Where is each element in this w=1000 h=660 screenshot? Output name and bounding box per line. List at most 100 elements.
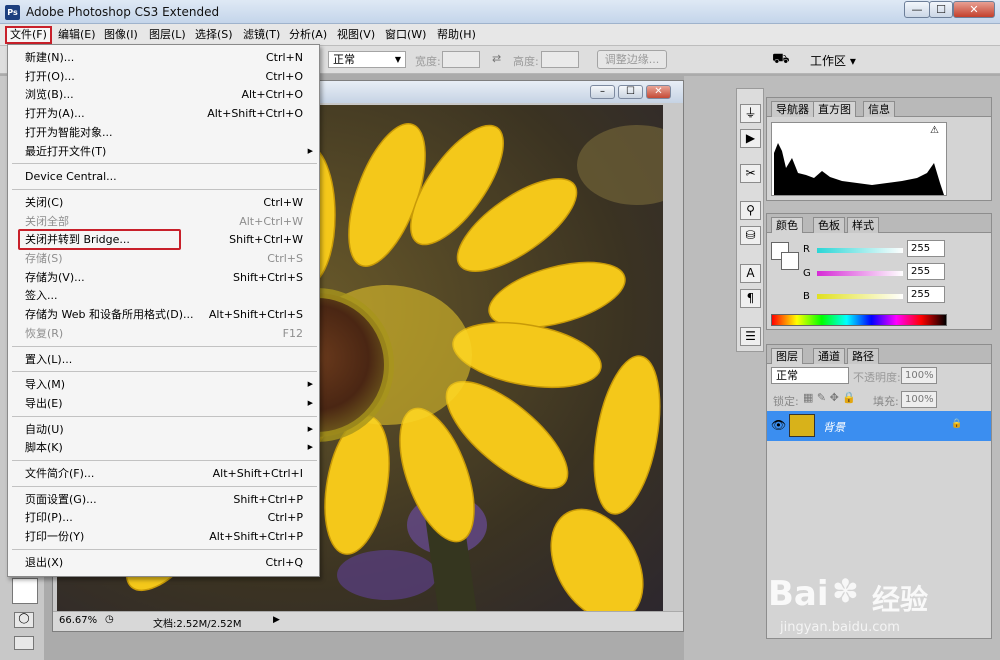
histogram-graph: ⚠ <box>771 122 947 196</box>
file-menu-item[interactable]: 存储为(V)... Shift+Ctrl+S <box>8 268 319 287</box>
menu-view[interactable]: 视图(V) <box>334 27 378 43</box>
tab-paths[interactable]: 路径 <box>847 348 879 364</box>
layer-row-background[interactable]: 👁 背景 🔒 <box>767 411 991 441</box>
menu-help[interactable]: 帮助(H) <box>434 27 479 43</box>
tab-info[interactable]: 信息 <box>863 101 895 117</box>
file-menu-item[interactable]: 导出(E) ▶ <box>8 394 319 413</box>
blend-mode-select[interactable]: 正常 <box>771 367 849 384</box>
file-menu-item[interactable]: 存储(S) Ctrl+S <box>8 249 319 268</box>
foreground-color-swatch[interactable] <box>12 578 38 604</box>
file-menu-item[interactable]: 打开为(A)... Alt+Shift+Ctrl+O <box>8 104 319 123</box>
zoom-level[interactable]: 66.67% <box>59 615 97 626</box>
bridge-icon[interactable]: ⛟ <box>772 51 790 69</box>
file-menu-item[interactable]: 打印一份(Y) Alt+Shift+Ctrl+P <box>8 527 319 546</box>
layer-name[interactable]: 背景 <box>823 419 845 435</box>
tab-color[interactable]: 颜色 <box>771 217 803 233</box>
menu-layer[interactable]: 图层(L) <box>146 27 189 43</box>
file-menu-item[interactable]: 最近打开文件(T) ▶ <box>8 142 319 161</box>
doc-minimize-button[interactable]: – <box>590 85 615 99</box>
file-menu-item[interactable]: 置入(L)... <box>8 350 319 369</box>
actions-icon[interactable]: ▶ <box>740 129 761 148</box>
file-menu-item-label: 置入(L)... <box>25 352 73 366</box>
tab-histogram[interactable]: 直方图 <box>813 101 856 117</box>
status-icon[interactable]: ◷ <box>105 614 114 625</box>
b-slider[interactable] <box>817 294 903 299</box>
opacity-input[interactable]: 100% <box>901 367 937 384</box>
menu-filter[interactable]: 滤镜(T) <box>240 27 283 43</box>
g-value[interactable]: 255 <box>907 263 945 280</box>
b-value[interactable]: 255 <box>907 286 945 303</box>
file-menu-item[interactable]: 页面设置(G)... Shift+Ctrl+P <box>8 490 319 509</box>
screen-mode-icon[interactable] <box>14 636 34 650</box>
height-input[interactable] <box>541 51 579 68</box>
menu-edit[interactable]: 编辑(E) <box>55 27 99 43</box>
r-value[interactable]: 255 <box>907 240 945 257</box>
tab-channels[interactable]: 通道 <box>813 348 845 364</box>
refine-edge-button[interactable]: 调整边缘... <box>597 50 667 69</box>
file-menu-item[interactable]: 导入(M) ▶ <box>8 375 319 394</box>
channel-g-label: G <box>803 268 811 279</box>
watermark-url: jingyan.baidu.com <box>780 620 900 635</box>
file-menu-item[interactable]: 文件简介(F)... Alt+Shift+Ctrl+I <box>8 464 319 483</box>
tab-swatches[interactable]: 色板 <box>813 217 845 233</box>
paragraph-icon[interactable]: ¶ <box>740 289 761 308</box>
doc-maximize-button[interactable]: ☐ <box>618 85 643 99</box>
character-icon[interactable]: A <box>740 264 761 283</box>
history-icon[interactable]: ⏚ <box>740 104 761 123</box>
maximize-button[interactable]: ☐ <box>929 1 953 18</box>
histogram-shape <box>774 143 944 195</box>
style-select[interactable]: 正常 ▼ <box>328 51 406 68</box>
file-menu-item[interactable]: 恢复(R) F12 <box>8 324 319 343</box>
file-menu-item[interactable]: 新建(N)... Ctrl+N <box>8 48 319 67</box>
file-menu-item[interactable]: 打印(P)... Ctrl+P <box>8 508 319 527</box>
tab-styles[interactable]: 样式 <box>847 217 879 233</box>
clone-source-icon[interactable]: ⛁ <box>740 226 761 245</box>
menu-separator <box>12 163 317 165</box>
watermark-brand: Bai <box>768 574 829 614</box>
workspace-button[interactable]: 工作区 ▾ <box>810 52 856 69</box>
warning-icon[interactable]: ⚠ <box>930 125 939 136</box>
layer-comps-icon[interactable]: ☰ <box>740 327 761 346</box>
width-input[interactable] <box>442 51 480 68</box>
quick-mask-icon[interactable]: ◯ <box>14 612 34 628</box>
fill-input[interactable]: 100% <box>901 391 937 408</box>
file-menu-item[interactable]: 脚本(K) ▶ <box>8 438 319 457</box>
file-menu-item[interactable]: 打开(O)... Ctrl+O <box>8 67 319 86</box>
histogram-panel: 导航器 直方图 信息 ⚠ <box>766 97 992 201</box>
color-ramp[interactable] <box>771 314 947 326</box>
file-menu-item-label: 自动(U) <box>25 422 64 436</box>
tab-navigator[interactable]: 导航器 <box>771 101 814 117</box>
file-menu-item[interactable]: 浏览(B)... Alt+Ctrl+O <box>8 85 319 104</box>
menu-window[interactable]: 窗口(W) <box>382 27 429 43</box>
lock-icons[interactable]: ▦ ✎ ✥ 🔒 <box>803 391 856 404</box>
file-menu-item[interactable]: 签入... <box>8 286 319 305</box>
file-menu-item[interactable]: 自动(U) ▶ <box>8 420 319 439</box>
file-menu-item[interactable]: 关闭(C) Ctrl+W <box>8 193 319 212</box>
file-menu-item[interactable]: 退出(X) Ctrl+Q <box>8 553 319 572</box>
file-menu-item-label: 导出(E) <box>25 396 63 410</box>
tab-layers[interactable]: 图层 <box>771 348 803 364</box>
minimize-button[interactable]: — <box>904 1 930 18</box>
histogram-tabs: 导航器 直方图 信息 <box>767 98 991 117</box>
file-menu-item[interactable]: 存储为 Web 和设备所用格式(D)... Alt+Shift+Ctrl+S <box>8 305 319 324</box>
layer-lock-icon: 🔒 <box>951 419 963 429</box>
close-window-button[interactable]: ✕ <box>953 1 995 18</box>
menu-select[interactable]: 选择(S) <box>192 27 236 43</box>
doc-close-button[interactable]: ✕ <box>646 85 671 99</box>
background-swatch[interactable] <box>781 252 799 270</box>
file-menu-item[interactable]: 打开为智能对象... <box>8 123 319 142</box>
submenu-arrow-icon: ▶ <box>307 398 313 407</box>
swap-icon[interactable]: ⇄ <box>492 52 501 65</box>
g-slider[interactable] <box>817 271 903 276</box>
visibility-eye-icon[interactable]: 👁 <box>771 418 786 432</box>
menu-analysis[interactable]: 分析(A) <box>286 27 330 43</box>
file-menu-item[interactable]: 关闭全部 Alt+Ctrl+W <box>8 212 319 231</box>
status-arrow-icon[interactable]: ▶ <box>273 615 280 625</box>
menu-image[interactable]: 图像(I) <box>101 27 141 43</box>
file-menu-item[interactable]: Device Central... <box>8 167 319 186</box>
brushes-icon[interactable]: ⚲ <box>740 201 761 220</box>
menu-file[interactable]: 文件(F) <box>5 26 52 44</box>
tool-presets-icon[interactable]: ✂ <box>740 164 761 183</box>
file-menu-item-label: 打印(P)... <box>25 511 73 525</box>
r-slider[interactable] <box>817 248 903 253</box>
